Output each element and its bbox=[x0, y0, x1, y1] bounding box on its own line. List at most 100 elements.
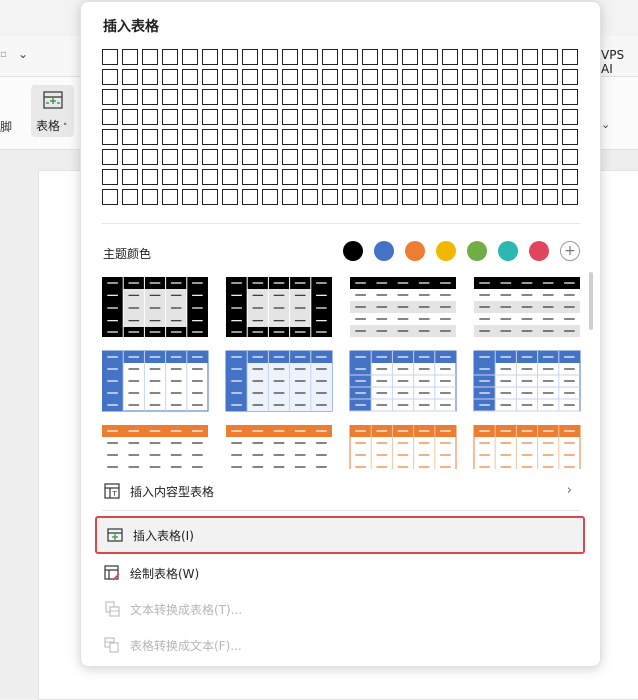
grid-cell[interactable] bbox=[382, 169, 398, 185]
grid-cell[interactable] bbox=[482, 89, 498, 105]
grid-cell[interactable] bbox=[102, 89, 118, 105]
grid-cell[interactable] bbox=[402, 129, 418, 145]
grid-cell[interactable] bbox=[222, 69, 238, 85]
grid-cell[interactable] bbox=[462, 109, 478, 125]
grid-cell[interactable] bbox=[262, 129, 278, 145]
grid-cell[interactable] bbox=[122, 129, 138, 145]
grid-cell[interactable] bbox=[342, 89, 358, 105]
grid-cell[interactable] bbox=[502, 89, 518, 105]
grid-cell[interactable] bbox=[482, 49, 498, 65]
wps-ai-button[interactable]: VPS AI bbox=[601, 48, 638, 76]
grid-cell[interactable] bbox=[202, 189, 218, 205]
grid-cell[interactable] bbox=[102, 69, 118, 85]
grid-cell[interactable] bbox=[322, 129, 338, 145]
grid-cell[interactable] bbox=[502, 189, 518, 205]
grid-cell[interactable] bbox=[182, 89, 198, 105]
grid-cell[interactable] bbox=[362, 129, 378, 145]
grid-cell[interactable] bbox=[502, 169, 518, 185]
grid-cell[interactable] bbox=[242, 109, 258, 125]
grid-cell[interactable] bbox=[242, 69, 258, 85]
grid-cell[interactable] bbox=[462, 49, 478, 65]
grid-cell[interactable] bbox=[542, 69, 558, 85]
grid-cell[interactable] bbox=[162, 69, 178, 85]
grid-cell[interactable] bbox=[562, 189, 578, 205]
grid-cell[interactable] bbox=[542, 189, 558, 205]
theme-color-swatch[interactable] bbox=[467, 241, 487, 261]
grid-cell[interactable] bbox=[422, 149, 438, 165]
grid-cell[interactable] bbox=[562, 169, 578, 185]
grid-cell[interactable] bbox=[542, 109, 558, 125]
grid-cell[interactable] bbox=[522, 149, 538, 165]
grid-cell[interactable] bbox=[162, 129, 178, 145]
grid-cell[interactable] bbox=[242, 189, 258, 205]
grid-cell[interactable] bbox=[122, 169, 138, 185]
grid-cell[interactable] bbox=[282, 129, 298, 145]
grid-cell[interactable] bbox=[202, 89, 218, 105]
grid-cell[interactable] bbox=[262, 69, 278, 85]
grid-cell[interactable] bbox=[542, 129, 558, 145]
grid-cell[interactable] bbox=[102, 189, 118, 205]
grid-cell[interactable] bbox=[342, 129, 358, 145]
grid-cell[interactable] bbox=[122, 189, 138, 205]
grid-cell[interactable] bbox=[442, 89, 458, 105]
grid-cell[interactable] bbox=[182, 149, 198, 165]
grid-cell[interactable] bbox=[542, 89, 558, 105]
table-style-thumbnail[interactable] bbox=[226, 425, 332, 469]
grid-cell[interactable] bbox=[522, 189, 538, 205]
grid-cell[interactable] bbox=[402, 49, 418, 65]
grid-cell[interactable] bbox=[422, 189, 438, 205]
theme-color-swatch[interactable] bbox=[529, 241, 549, 261]
chevron-down-icon[interactable]: ⌄ bbox=[601, 118, 610, 131]
theme-color-swatch[interactable] bbox=[498, 241, 518, 261]
grid-cell[interactable] bbox=[202, 149, 218, 165]
grid-cell[interactable] bbox=[422, 69, 438, 85]
chevron-down-icon[interactable]: ⌄ bbox=[18, 47, 28, 61]
grid-cell[interactable] bbox=[322, 189, 338, 205]
grid-cell[interactable] bbox=[282, 49, 298, 65]
grid-cell[interactable] bbox=[182, 189, 198, 205]
grid-cell[interactable] bbox=[462, 69, 478, 85]
grid-cell[interactable] bbox=[362, 109, 378, 125]
grid-cell[interactable] bbox=[302, 149, 318, 165]
grid-cell[interactable] bbox=[562, 69, 578, 85]
grid-cell[interactable] bbox=[262, 49, 278, 65]
grid-cell[interactable] bbox=[382, 189, 398, 205]
grid-cell[interactable] bbox=[202, 129, 218, 145]
grid-cell[interactable] bbox=[402, 109, 418, 125]
grid-cell[interactable] bbox=[322, 109, 338, 125]
table-style-thumbnail[interactable] bbox=[102, 425, 208, 469]
grid-cell[interactable] bbox=[362, 49, 378, 65]
theme-color-swatch[interactable] bbox=[405, 241, 425, 261]
grid-cell[interactable] bbox=[522, 169, 538, 185]
grid-cell[interactable] bbox=[282, 69, 298, 85]
grid-cell[interactable] bbox=[402, 89, 418, 105]
table-style-thumbnail[interactable] bbox=[473, 350, 581, 412]
grid-cell[interactable] bbox=[102, 109, 118, 125]
grid-cell[interactable] bbox=[562, 149, 578, 165]
grid-cell[interactable] bbox=[542, 49, 558, 65]
grid-cell[interactable] bbox=[462, 129, 478, 145]
table-style-gallery[interactable] bbox=[102, 277, 586, 469]
grid-cell[interactable] bbox=[202, 109, 218, 125]
table-size-grid[interactable] bbox=[102, 49, 578, 205]
grid-cell[interactable] bbox=[402, 149, 418, 165]
grid-cell[interactable] bbox=[442, 149, 458, 165]
grid-cell[interactable] bbox=[542, 169, 558, 185]
grid-cell[interactable] bbox=[102, 149, 118, 165]
grid-cell[interactable] bbox=[162, 149, 178, 165]
draw-table-item[interactable]: 绘制表格(W) bbox=[94, 556, 584, 590]
grid-cell[interactable] bbox=[362, 149, 378, 165]
grid-cell[interactable] bbox=[382, 69, 398, 85]
grid-cell[interactable] bbox=[382, 89, 398, 105]
grid-cell[interactable] bbox=[282, 189, 298, 205]
grid-cell[interactable] bbox=[542, 149, 558, 165]
grid-cell[interactable] bbox=[482, 169, 498, 185]
grid-cell[interactable] bbox=[522, 129, 538, 145]
grid-cell[interactable] bbox=[362, 169, 378, 185]
grid-cell[interactable] bbox=[182, 49, 198, 65]
grid-cell[interactable] bbox=[282, 149, 298, 165]
grid-cell[interactable] bbox=[162, 49, 178, 65]
grid-cell[interactable] bbox=[342, 149, 358, 165]
grid-cell[interactable] bbox=[462, 149, 478, 165]
grid-cell[interactable] bbox=[182, 129, 198, 145]
